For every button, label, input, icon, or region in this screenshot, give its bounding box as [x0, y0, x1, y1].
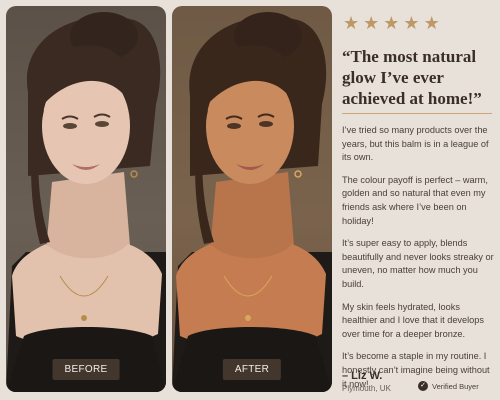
check-icon: ✓: [418, 381, 428, 391]
review-paragraph: It’s super easy to apply, blends beautif…: [342, 238, 494, 289]
review-paragraph: I’ve tried so many products over the yea…: [342, 125, 489, 163]
review-headline: “The most natural glow I’ve ever achieve…: [342, 47, 482, 108]
reviewer-name: – Liz W.: [342, 370, 383, 382]
star-icon: ★: [383, 13, 400, 33]
star-icon: ★: [423, 13, 440, 33]
after-portrait-illustration: [172, 12, 332, 392]
verified-badge: ✓ Verified Buyer: [418, 381, 479, 391]
star-icon: ★: [343, 13, 360, 33]
before-photo: BEFORE: [6, 6, 166, 392]
review-paragraph: The colour payoff is perfect – warm, gol…: [342, 174, 488, 226]
review-body: I’ve tried so many products over the yea…: [342, 124, 494, 400]
star-rating: ★ ★ ★ ★ ★: [343, 14, 440, 32]
star-icon: ★: [403, 13, 420, 33]
divider: [342, 113, 492, 114]
before-label: BEFORE: [52, 359, 120, 380]
after-label: AFTER: [222, 359, 282, 380]
review-panel: ★ ★ ★ ★ ★ “The most natural glow I’ve ev…: [340, 0, 494, 400]
after-photo: AFTER: [172, 6, 332, 392]
star-icon: ★: [363, 13, 380, 33]
review-paragraph: My skin feels hydrated, looks healthier …: [342, 301, 484, 339]
before-portrait-illustration: [6, 12, 166, 392]
reviewer: – Liz W. Plymouth, UK: [342, 370, 391, 394]
reviewer-location: Plymouth, UK: [342, 384, 391, 393]
verified-text: Verified Buyer: [432, 381, 479, 391]
